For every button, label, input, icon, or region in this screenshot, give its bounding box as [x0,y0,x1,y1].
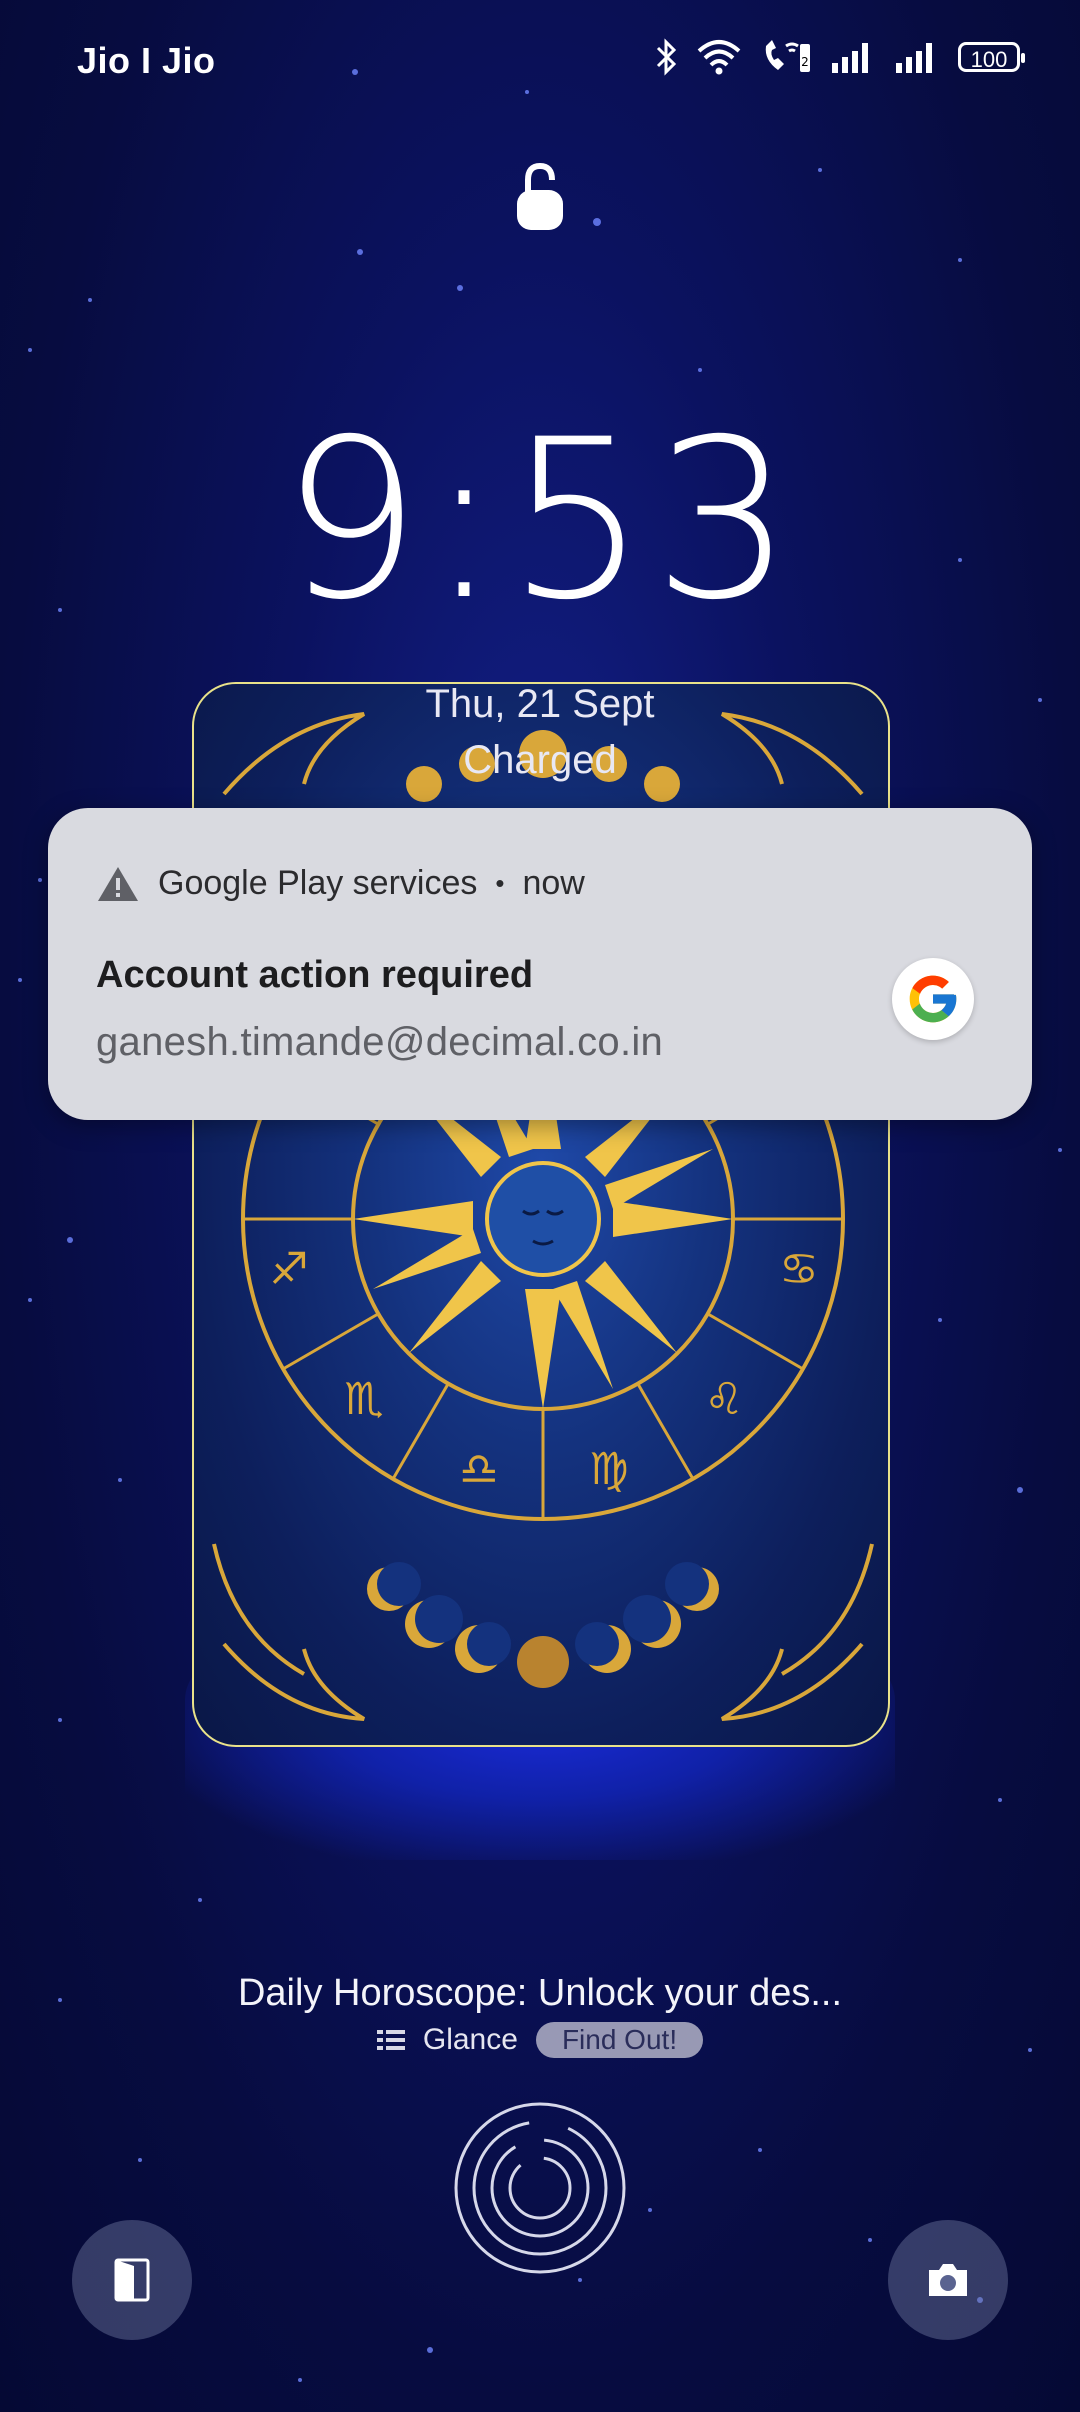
wallpaper-shortcut-button[interactable] [72,2220,192,2340]
svg-text:♌: ♌ [704,1374,743,1425]
glance-footer: Glance Find Out! [0,2022,1080,2058]
glance-headline[interactable]: Daily Horoscope: Unlock your des... [0,1972,1080,2015]
status-bar: Jio I Jio 2 100 [0,0,1080,124]
svg-text:♍: ♍ [589,1444,628,1495]
svg-text:♎: ♎ [459,1444,498,1495]
notification-title: Account action required [96,954,534,996]
carrier-name: Jio I Jio [77,40,216,81]
camera-icon [929,2264,967,2296]
svg-text:2: 2 [801,55,809,69]
status-icons: 2 100 [654,38,1025,76]
notification-card[interactable]: Google Play services • now Account actio… [48,808,1032,1120]
lockscreen-date: Thu, 21 Sept [425,682,655,726]
glance-menu-icon [376,2030,405,2050]
volte-call-icon: 2 [765,40,810,72]
notification-separator: • [495,868,505,898]
wifi-icon [697,40,741,75]
fingerprint-sensor-icon[interactable] [452,2100,628,2276]
notification-header: Google Play services • now [96,864,585,903]
find-out-button[interactable]: Find Out! [535,2022,704,2058]
svg-text:♋: ♋ [779,1244,818,1295]
notification-timestamp: now [522,864,585,902]
svg-text:♐: ♐ [269,1244,308,1295]
wallpaper-icon [114,2258,150,2302]
notification-app-name: Google Play services [158,864,478,902]
bluetooth-icon [656,38,677,76]
signal-sim2-icon [896,43,932,73]
signal-sim1-icon [832,43,868,73]
glance-brand: Glance [422,2023,518,2056]
charging-status: Charged [463,738,617,782]
battery-indicator: 100 [958,42,1025,72]
lockscreen-clock: 9:53 [280,392,800,648]
notification-account-email: ganesh.timande@decimal.co.in [96,1020,664,1064]
warning-icon [98,866,138,901]
google-logo-icon [892,958,974,1040]
svg-text:♏: ♏ [344,1374,383,1425]
camera-shortcut-button[interactable] [888,2220,1008,2340]
lock-icon [517,162,563,230]
